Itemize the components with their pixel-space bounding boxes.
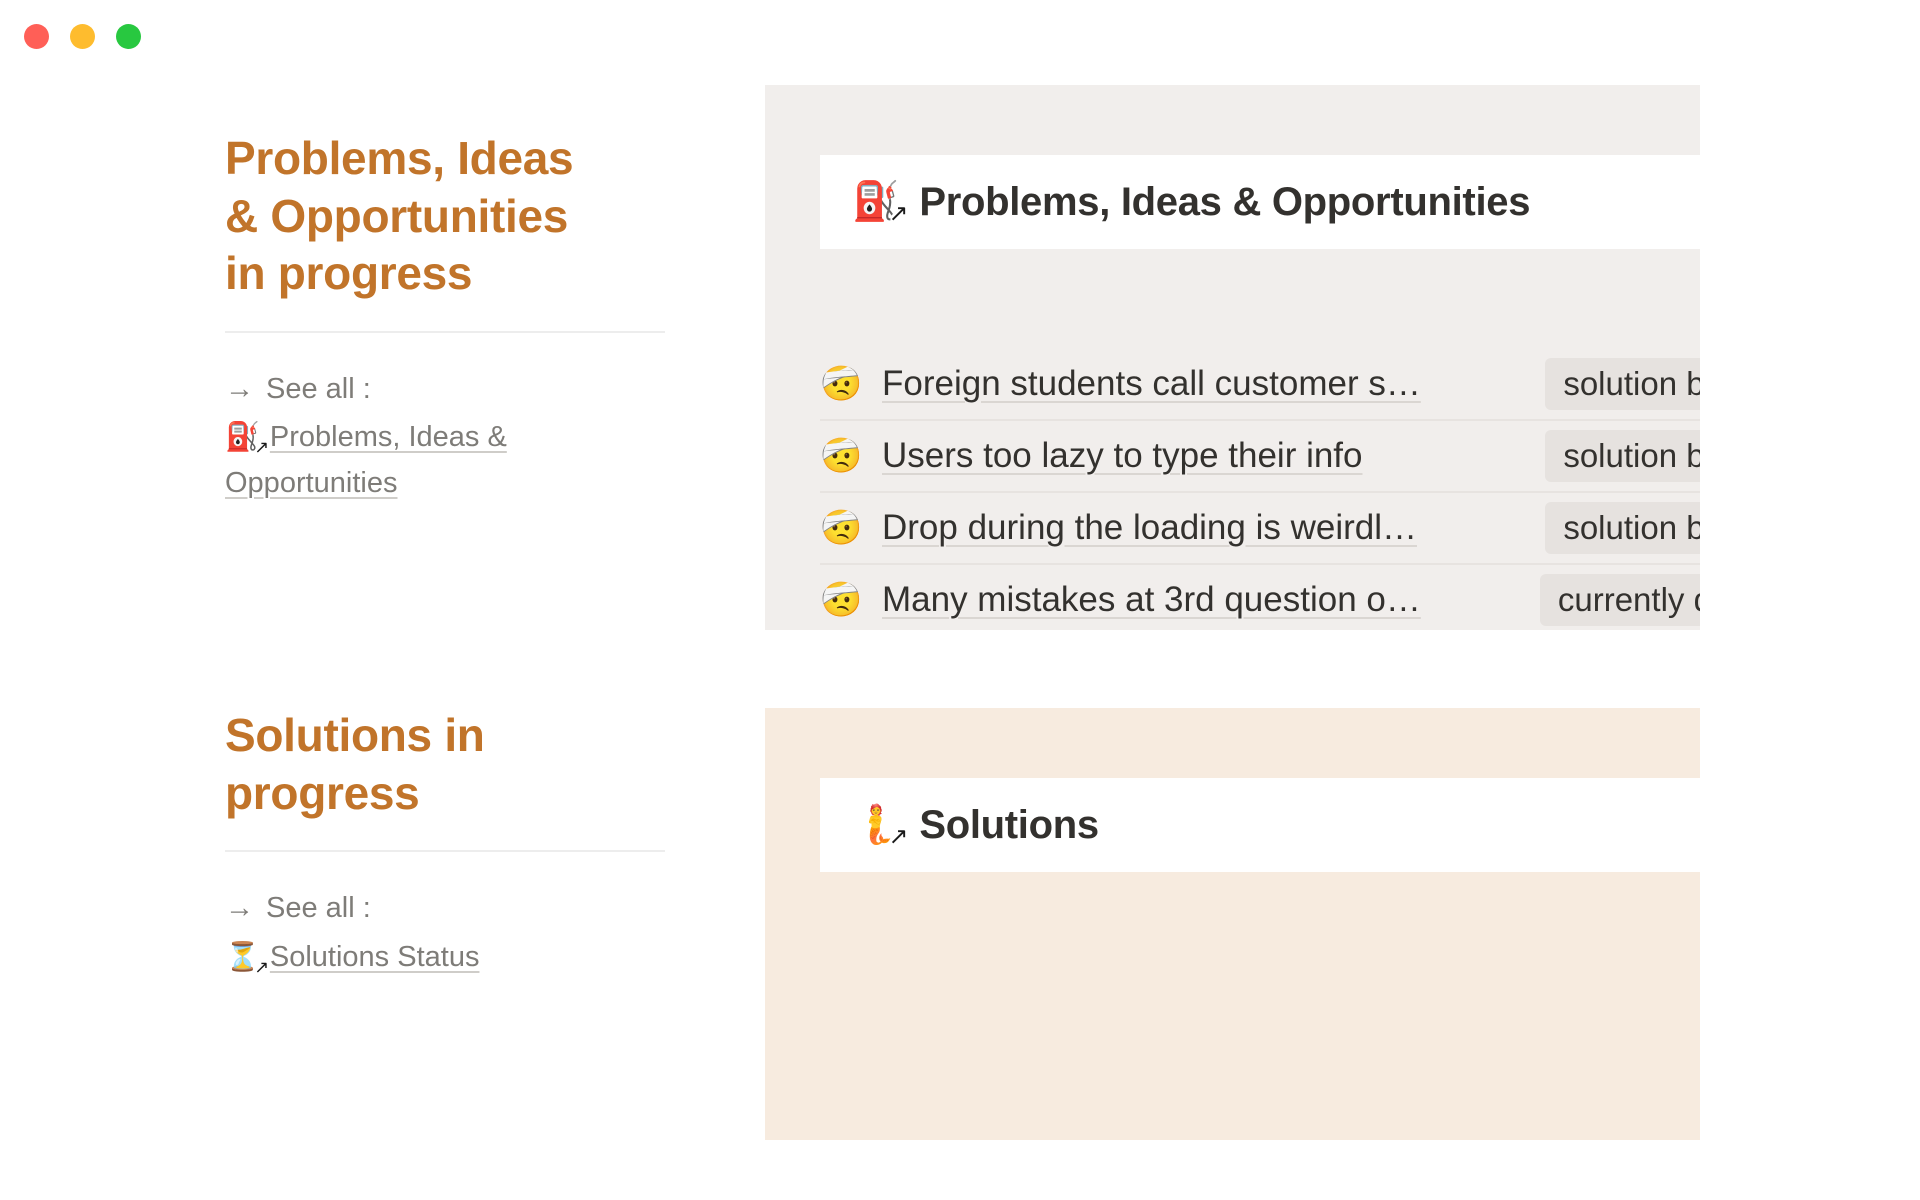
status-badge: solution building bbox=[1545, 358, 1700, 410]
table-row[interactable]: 🤕 Drop during the loading is weirdl… solut… bbox=[820, 493, 1700, 565]
head-bandage-emoji: 🤕 bbox=[820, 365, 863, 403]
head-bandage-emoji: 🤕 bbox=[820, 437, 863, 475]
status-badge: solution building bbox=[1545, 502, 1700, 554]
minimize-window-button[interactable] bbox=[70, 24, 95, 49]
row-title[interactable]: Many mistakes at 3rd question o… bbox=[882, 580, 1421, 620]
status-badge: currently digging bbox=[1539, 574, 1700, 626]
see-all-row-solutions: → See all : bbox=[225, 886, 665, 931]
fuel-pump-emoji: ⛽ ↗ bbox=[225, 421, 269, 458]
see-all-row-problems: → See all : bbox=[225, 367, 665, 412]
link-arrow-icon: ↗ bbox=[254, 437, 269, 458]
merperson-emoji: 🧜 ↗ bbox=[852, 804, 909, 850]
row-title[interactable]: Foreign students call customer s… bbox=[882, 364, 1421, 404]
link-arrow-icon: ↗ bbox=[888, 823, 909, 850]
sidebar: Problems, Ideas & Opportunities in progr… bbox=[225, 130, 665, 981]
head-bandage-emoji: 🤕 bbox=[820, 509, 863, 547]
right-arrow-icon: → bbox=[225, 892, 254, 925]
see-all-label: See all : bbox=[266, 372, 371, 405]
row-title[interactable]: Drop during the loading is weirdl… bbox=[882, 508, 1417, 548]
database-rows-problems: 🤕 Foreign students call customer s… soluti… bbox=[820, 349, 1700, 630]
page-link-solutions-status[interactable]: ⏳ ↗ Solutions Status bbox=[225, 935, 665, 981]
page-link-label[interactable]: Problems, Ideas & Opportunities bbox=[225, 421, 507, 499]
page-link-problems[interactable]: ⛽ ↗ Problems, Ideas & Opportunities bbox=[225, 415, 665, 507]
card-problems-ideas-opportunities: ⛽ ↗ Problems, Ideas & Opportunities 🤕 Fore… bbox=[765, 85, 1700, 630]
card-solutions: 🧜↗ Solutions 🚀SOCIAL LOGIN [Batch 2]0…co… bbox=[765, 708, 1700, 1140]
section-title-solutions: Solutions in progress bbox=[225, 709, 485, 819]
row-title[interactable]: Users too lazy to type their info bbox=[882, 436, 1363, 476]
maximize-window-button[interactable] bbox=[116, 24, 141, 49]
section-title-problems: Problems, Ideas & Opportunities in progr… bbox=[225, 132, 574, 299]
window-controls bbox=[24, 24, 141, 49]
status-badge: solution building bbox=[1545, 430, 1700, 482]
link-arrow-icon: ↗ bbox=[888, 200, 909, 227]
hourglass-emoji: ⏳ ↗ bbox=[225, 941, 269, 977]
section-divider bbox=[225, 850, 665, 853]
app-window: Problems, Ideas & Opportunities in progr… bbox=[0, 0, 1920, 1200]
card-title: Problems, Ideas & Opportunities bbox=[919, 179, 1531, 224]
sidebar-section-solutions: Solutions in progress → See all : ⏳ ↗ Solu… bbox=[225, 707, 665, 981]
table-row[interactable]: 🤕 Foreign students call customer s… soluti… bbox=[820, 349, 1700, 421]
card-title: Solutions bbox=[919, 802, 1099, 847]
see-all-label: See all : bbox=[266, 892, 371, 925]
link-arrow-icon: ↗ bbox=[254, 956, 269, 977]
page-link-label[interactable]: Solutions Status bbox=[270, 941, 480, 973]
section-divider bbox=[225, 330, 665, 333]
sidebar-section-problems: Problems, Ideas & Opportunities in progr… bbox=[225, 130, 665, 507]
card-header-solutions[interactable]: 🧜 ↗ Solutions bbox=[820, 778, 1700, 872]
table-row[interactable]: 🤕 Many mistakes at 3rd question o… current… bbox=[820, 565, 1700, 630]
right-arrow-icon: → bbox=[225, 372, 254, 405]
close-window-button[interactable] bbox=[24, 24, 49, 49]
fuel-pump-emoji: ⛽ ↗ bbox=[852, 181, 909, 227]
head-bandage-emoji: 🤕 bbox=[820, 581, 863, 619]
card-header-problems[interactable]: ⛽ ↗ Problems, Ideas & Opportunities bbox=[820, 155, 1700, 249]
table-row[interactable]: 🤕 Users too lazy to type their info soluti… bbox=[820, 421, 1700, 493]
